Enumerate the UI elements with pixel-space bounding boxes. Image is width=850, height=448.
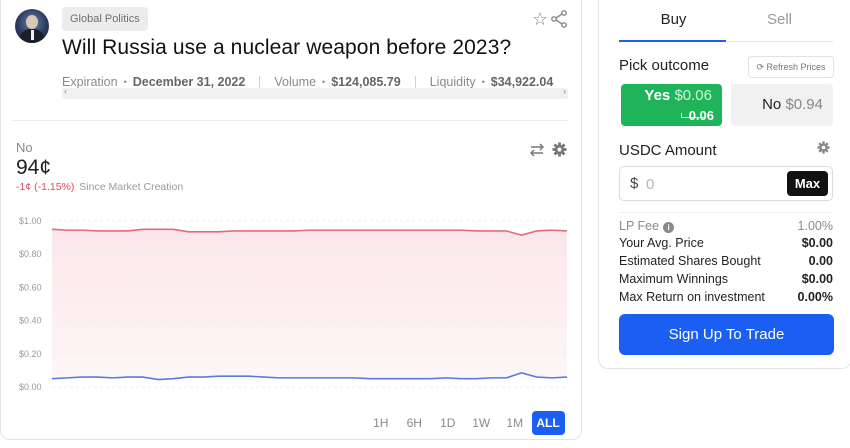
no-label: No <box>762 96 782 113</box>
sign-up-to-trade-button[interactable]: Sign Up To Trade <box>619 314 834 355</box>
category-tag[interactable]: Global Politics <box>62 7 148 31</box>
refresh-prices-button[interactable]: ⟳ Refresh Prices <box>748 56 834 78</box>
stat-label: Estimated Shares Bought <box>619 254 761 268</box>
meta-label-expiration: Expiration <box>62 75 118 89</box>
swap-outcome-icon[interactable] <box>530 143 544 157</box>
stat-value: $0.00 <box>801 236 833 250</box>
pick-outcome-label: Pick outcome <box>619 57 710 74</box>
price-change-pct: (-1.15%) <box>34 181 75 193</box>
price-change: -1¢ (-1.15%) Since Market Creation <box>16 181 183 193</box>
stat-value: 0.00% <box>797 290 833 304</box>
stat-label: Maximum Winnings <box>619 272 729 286</box>
share-icon[interactable] <box>551 10 567 28</box>
refresh-prices-label: Refresh Prices <box>766 62 826 72</box>
tab-buy[interactable]: Buy <box>620 11 727 28</box>
no-outcome-button[interactable]: No $0.94 <box>731 84 833 126</box>
y-tick-label: $0.20 <box>19 349 42 359</box>
meta-value-expiration: December 31, 2022 <box>132 75 246 89</box>
price-chart[interactable]: $1.00 $0.80 $0.60 $0.40 $0.20 $0.00 <box>0 210 582 400</box>
trade-settings-gear-icon[interactable] <box>817 141 830 154</box>
market-avatar <box>15 9 49 43</box>
no-price: $0.94 <box>785 96 823 113</box>
info-icon[interactable]: i <box>663 222 675 233</box>
y-tick-label: $0.60 <box>19 282 42 292</box>
currency-symbol: $ <box>630 175 639 192</box>
stat-max-return: Max Return on investment 0.00% <box>619 288 833 306</box>
yes-label: Yes <box>644 87 671 104</box>
stat-lp-fee: LP Fee i 1.00% <box>619 217 833 235</box>
max-button[interactable]: Max <box>787 171 828 196</box>
chart-settings-gear-icon[interactable] <box>552 142 567 157</box>
stat-label: Max Return on investment <box>619 290 765 304</box>
range-1h[interactable]: 1H <box>364 411 398 435</box>
meta-label-liquidity: Liquidity <box>429 75 476 89</box>
usdc-amount-label: USDC Amount <box>619 142 717 159</box>
tab-sell[interactable]: Sell <box>726 11 833 28</box>
meta-scrollbar[interactable]: ‹ › <box>62 86 568 99</box>
stat-value: $0.00 <box>801 272 833 286</box>
chart-outcome-price: 94¢ <box>16 156 52 179</box>
meta-value-volume: $124,085.79 <box>331 75 401 89</box>
usdc-amount-input[interactable] <box>646 173 766 195</box>
stat-shares-bought: Estimated Shares Bought 0.00 <box>619 252 833 270</box>
stat-value: 1.00% <box>797 219 833 233</box>
stat-label: LP Fee <box>619 219 660 233</box>
range-all[interactable]: ALL <box>531 411 565 435</box>
star-icon[interactable]: ☆ <box>532 9 548 29</box>
market-title: Will Russia use a nuclear weapon before … <box>62 36 512 59</box>
yes-price: $0.06 <box>674 87 712 104</box>
yes-outcome-button[interactable]: Yes $0.06 0.06 <box>621 84 722 126</box>
stat-max-winnings: Maximum Winnings $0.00 <box>619 270 833 288</box>
tab-active-indicator <box>619 40 726 42</box>
stat-value: 0.00 <box>808 254 833 268</box>
stats-divider <box>619 212 833 213</box>
meta-label-volume: Volume <box>274 75 317 89</box>
y-tick-label: $0.00 <box>19 382 42 392</box>
price-change-value: -1¢ <box>16 181 32 193</box>
header-divider <box>12 120 568 121</box>
meta-value-liquidity: $34,922.04 <box>490 75 554 89</box>
y-tick-label: $0.40 <box>19 316 42 326</box>
scroll-left-icon[interactable]: ‹ <box>64 86 67 96</box>
range-6h[interactable]: 6H <box>398 411 432 435</box>
y-tick-label: $1.00 <box>19 216 42 226</box>
stat-label: Your Avg. Price <box>619 236 704 250</box>
scroll-right-icon[interactable]: › <box>563 86 566 96</box>
y-tick-label: $0.80 <box>19 249 42 259</box>
range-1m[interactable]: 1M <box>498 411 532 435</box>
chart-area-fill <box>52 229 567 380</box>
stat-avg-price: Your Avg. Price $0.00 <box>619 234 833 252</box>
range-1d[interactable]: 1D <box>431 411 465 435</box>
range-1w[interactable]: 1W <box>465 411 499 435</box>
price-change-since: Since Market Creation <box>79 181 184 193</box>
time-range-selector: 1H 6H 1D 1W 1M ALL <box>364 411 565 435</box>
chart-outcome-name: No <box>16 140 33 155</box>
yes-shares: 0.06 <box>688 108 714 123</box>
refresh-icon: ⟳ <box>756 62 764 72</box>
